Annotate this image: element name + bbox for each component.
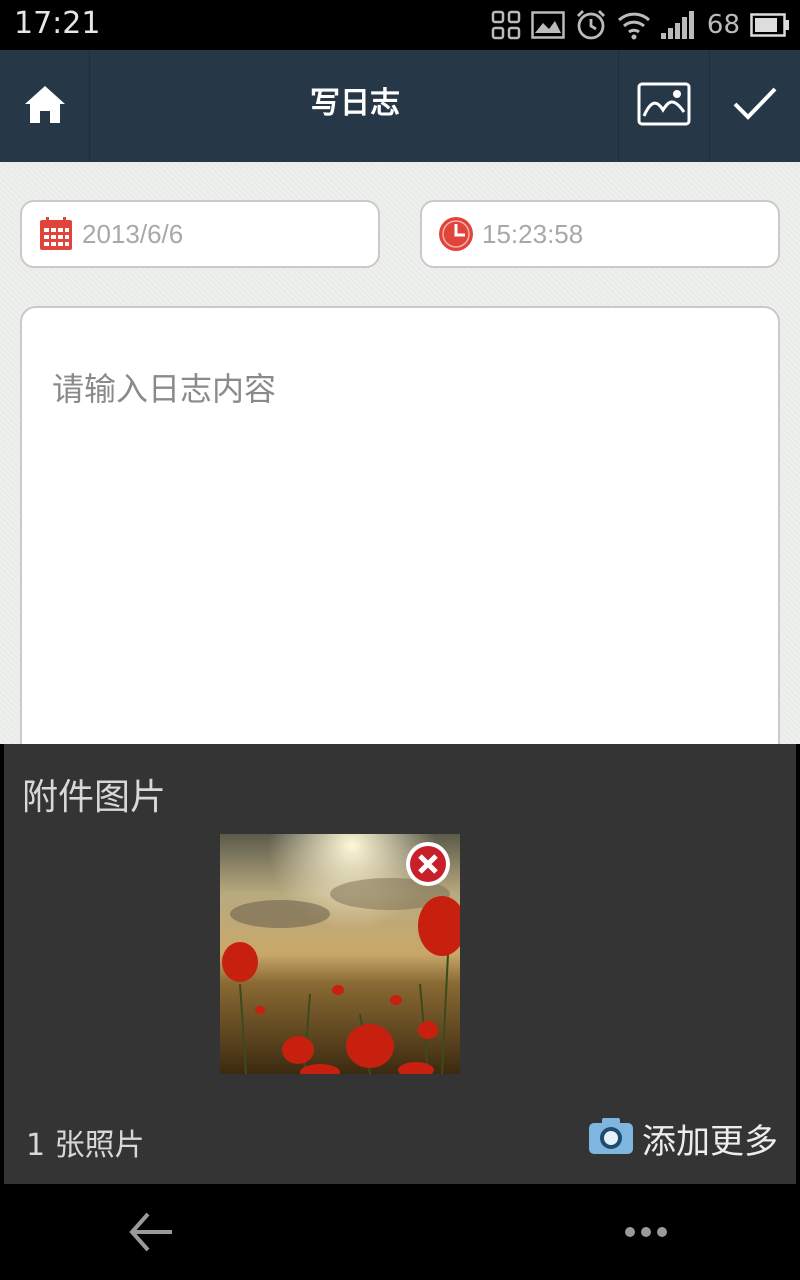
- date-field[interactable]: 2013/6/6: [20, 200, 380, 268]
- wifi-icon: [617, 10, 651, 40]
- signal-icon: [660, 11, 697, 39]
- menu-button[interactable]: [616, 1204, 676, 1260]
- battery-icon: [750, 13, 790, 37]
- delete-photo-button[interactable]: [404, 840, 452, 888]
- home-button[interactable]: [0, 50, 90, 162]
- attachment-panel: 附件图片 1 张照片 添加更多: [4, 744, 796, 1184]
- attachment-title: 附件图片: [22, 777, 167, 818]
- insert-image-button[interactable]: [618, 50, 710, 162]
- battery-level: 68: [706, 10, 740, 40]
- time-value: 15:23:58: [482, 218, 584, 249]
- home-icon: [22, 83, 68, 129]
- content-textarea[interactable]: 请输入日志内容: [20, 306, 780, 786]
- status-time: 17:21: [14, 6, 101, 41]
- page-title: 写日志: [310, 86, 400, 121]
- add-more-button[interactable]: 添加更多: [588, 1116, 778, 1162]
- photo-count: 1 张照片: [26, 1128, 145, 1163]
- qr-scan-icon: [491, 10, 521, 40]
- clock-icon: [438, 216, 474, 252]
- camera-icon: [588, 1117, 634, 1159]
- calendar-icon: [38, 216, 74, 252]
- status-bar: 17:21 68: [0, 0, 800, 50]
- content-placeholder: 请输入日志内容: [52, 370, 277, 408]
- more-dots-icon: [625, 1227, 667, 1237]
- log-form: 2013/6/6 15:23:58 请输入日志内容: [0, 162, 800, 786]
- back-button[interactable]: [120, 1204, 184, 1260]
- alarm-icon: [575, 9, 607, 41]
- image-icon: [637, 82, 691, 130]
- app-header: 写日志: [0, 50, 800, 162]
- remove-icon: [406, 842, 450, 886]
- time-field[interactable]: 15:23:58: [420, 200, 780, 268]
- system-nav-bar: [0, 1184, 800, 1280]
- status-icons: 68: [491, 8, 790, 42]
- back-arrow-icon: [129, 1212, 172, 1252]
- date-value: 2013/6/6: [82, 218, 184, 249]
- confirm-button[interactable]: [710, 50, 800, 162]
- add-more-label: 添加更多: [642, 1121, 778, 1162]
- checkmark-icon: [732, 86, 778, 126]
- image-notification-icon: [531, 11, 565, 39]
